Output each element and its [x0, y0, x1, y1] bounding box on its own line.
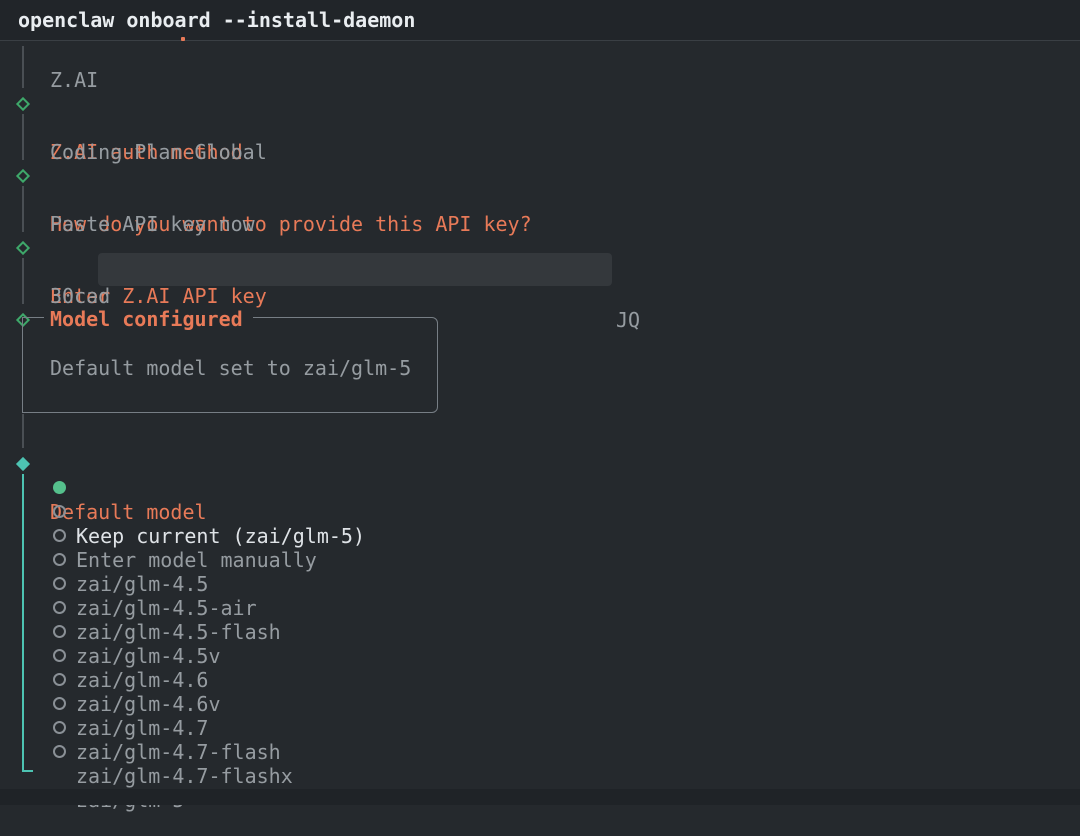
model-option[interactable]: Enter model manually — [0, 500, 48, 524]
step-provide-key: How do you want to provide this API key? — [0, 164, 24, 188]
model-option[interactable]: zai/glm-4.5v — [0, 596, 48, 620]
tree-rail — [22, 186, 24, 232]
model-option-label: zai/glm-4.5-flash — [76, 620, 281, 644]
step-auth-method-answer: Coding-Plan-Global — [0, 116, 24, 140]
active-step-diamond-icon — [16, 457, 30, 471]
model-option[interactable]: zai/glm-4.7-flash — [0, 692, 48, 716]
tree-rail — [22, 114, 24, 160]
model-option[interactable]: zai/glm-4.7 — [0, 668, 48, 692]
model-option-label: zai/glm-4.5-air — [76, 596, 257, 620]
step-enter-key-answer: 30cad JQ — [0, 260, 24, 284]
step-done-diamond-icon — [16, 169, 30, 183]
previous-answer-text: Z.AI — [50, 68, 98, 92]
api-key-prefix: 30cad — [50, 284, 110, 308]
model-option-label: zai/glm-4.6 — [76, 668, 208, 692]
model-option[interactable]: zai/glm-4.5 — [0, 524, 48, 548]
model-option-label: zai/glm-4.6v — [76, 692, 221, 716]
terminal-title-bar: openclaw onboard --install-daemon — [0, 0, 1080, 41]
radio-icon — [53, 481, 66, 494]
model-option[interactable]: zai/glm-4.5-air — [0, 548, 48, 572]
window-title: openclaw onboard --install-daemon — [18, 0, 415, 40]
step-auth-method: Z.AI auth method — [0, 92, 24, 116]
model-option-label: zai/glm-4.5 — [76, 572, 208, 596]
model-option-label: zai/glm-4.7 — [76, 716, 208, 740]
model-option-label: zai/glm-4.7-flash — [76, 740, 281, 764]
step-done-diamond-icon — [16, 241, 30, 255]
model-option[interactable]: zai/glm-4.5-flash — [0, 572, 48, 596]
tree-rail — [22, 414, 24, 448]
radio-icon — [53, 745, 66, 758]
model-option-label: Enter model manually — [76, 548, 317, 572]
radio-icon — [53, 577, 66, 590]
api-key-suffix: JQ — [616, 308, 640, 332]
step-done-diamond-icon — [16, 97, 30, 111]
note-body: Default model set to zai/glm-5 — [50, 356, 411, 380]
model-option[interactable]: zai/glm-4.7-flashx — [0, 716, 48, 740]
tree-rail — [22, 258, 24, 304]
radio-icon — [53, 529, 66, 542]
step-answer: Coding-Plan-Global — [50, 140, 267, 164]
radio-icon — [53, 649, 66, 662]
terminal-bottom-bar — [0, 789, 1080, 805]
radio-icon — [53, 601, 66, 614]
radio-icon — [53, 625, 66, 638]
model-option[interactable]: Keep current (zai/glm-5) — [0, 476, 48, 500]
radio-icon — [53, 505, 66, 518]
model-option[interactable]: zai/glm-4.6 — [0, 620, 48, 644]
model-option[interactable]: zai/glm-4.6v — [0, 644, 48, 668]
model-option-label: zai/glm-4.7-flashx — [76, 764, 293, 788]
radio-icon — [53, 553, 66, 566]
prompt-default-model: Default model — [0, 452, 24, 476]
previous-answer-line: Z.AI — [0, 44, 24, 68]
api-key-redaction-box — [98, 253, 612, 286]
step-enter-key: Enter Z.AI API key — [0, 236, 24, 260]
radio-icon — [53, 721, 66, 734]
prompt-question: Default model — [50, 500, 207, 524]
step-answer: Paste API key now — [50, 212, 255, 236]
tree-rail — [22, 46, 24, 88]
note-title: Model configured — [44, 306, 253, 332]
scrolled-text-artifact — [181, 37, 185, 41]
model-option-label: zai/glm-4.5v — [76, 644, 221, 668]
radio-icon — [53, 697, 66, 710]
model-option[interactable]: zai/glm-5 — [0, 740, 48, 764]
model-option-label: Keep current (zai/glm-5) — [76, 524, 365, 548]
radio-icon — [53, 673, 66, 686]
step-provide-key-answer: Paste API key now — [0, 188, 24, 212]
